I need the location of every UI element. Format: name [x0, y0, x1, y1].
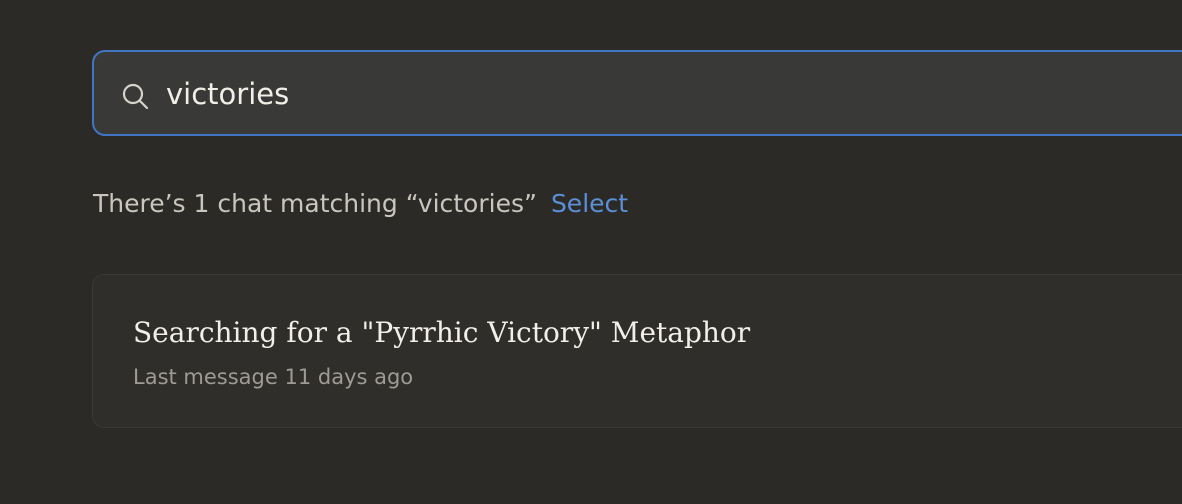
- select-button[interactable]: Select: [551, 189, 628, 218]
- chat-result-item[interactable]: Searching for a "Pyrrhic Victory" Metaph…: [92, 274, 1182, 428]
- results-summary: There’s 1 chat matching “victories” Selec…: [93, 186, 628, 222]
- search-icon: [121, 82, 149, 110]
- search-input[interactable]: [166, 72, 1166, 116]
- chat-result-title: Searching for a "Pyrrhic Victory" Metaph…: [133, 316, 751, 349]
- chat-result-timestamp: Last message 11 days ago: [133, 365, 414, 389]
- results-count-text: There’s 1 chat matching “victories”: [93, 189, 537, 218]
- search-box[interactable]: [92, 50, 1182, 136]
